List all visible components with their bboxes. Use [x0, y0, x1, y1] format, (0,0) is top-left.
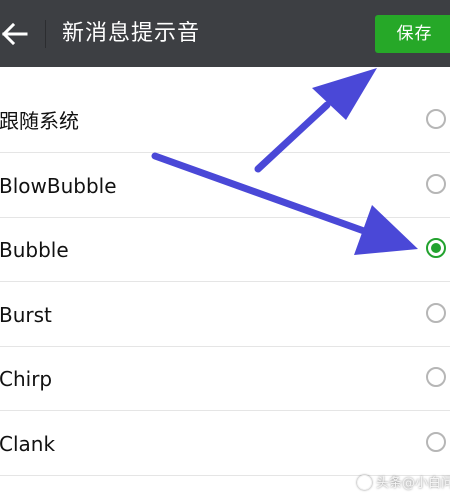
back-button[interactable]	[0, 12, 36, 56]
radio-selected-dot	[431, 243, 441, 253]
ringtone-settings-screen: 新消息提示音 保存 跟随系统 BlowBubble Bubble Burst C…	[0, 0, 450, 500]
radio-chirp[interactable]	[426, 367, 446, 387]
radio-bubble[interactable]	[426, 238, 446, 258]
list-item-bubble[interactable]: Bubble	[0, 218, 450, 282]
watermark: 头条@小白问答	[357, 472, 450, 496]
radio-burst[interactable]	[426, 303, 446, 323]
list-item-burst[interactable]: Burst	[0, 283, 450, 347]
list-item-label: BlowBubble	[0, 174, 117, 198]
radio-clank[interactable]	[426, 432, 446, 452]
list-item-label: Burst	[0, 303, 52, 327]
list-item-label: Chirp	[0, 367, 53, 391]
top-bar: 新消息提示音 保存	[0, 0, 450, 67]
header-divider	[45, 20, 46, 48]
watermark-text: 头条@小白问答	[376, 476, 450, 491]
list-item-blowbubble[interactable]: BlowBubble	[0, 154, 450, 218]
save-button[interactable]: 保存	[375, 15, 450, 53]
list-item-follow-system[interactable]: 跟随系统	[0, 89, 450, 153]
list-item-label: Bubble	[0, 238, 69, 262]
watermark-logo-icon	[357, 475, 372, 490]
page-title: 新消息提示音	[62, 21, 201, 46]
ringtone-list: 跟随系统 BlowBubble Bubble Burst Chirp Clank	[0, 67, 450, 500]
list-item-label: 跟随系统	[0, 109, 79, 133]
list-item-clank[interactable]: Clank	[0, 412, 450, 476]
list-item-label: Clank	[0, 432, 56, 456]
back-arrow-icon	[2, 23, 28, 45]
radio-blowbubble[interactable]	[426, 174, 446, 194]
list-item-chirp[interactable]: Chirp	[0, 347, 450, 411]
radio-follow-system[interactable]	[426, 109, 446, 129]
